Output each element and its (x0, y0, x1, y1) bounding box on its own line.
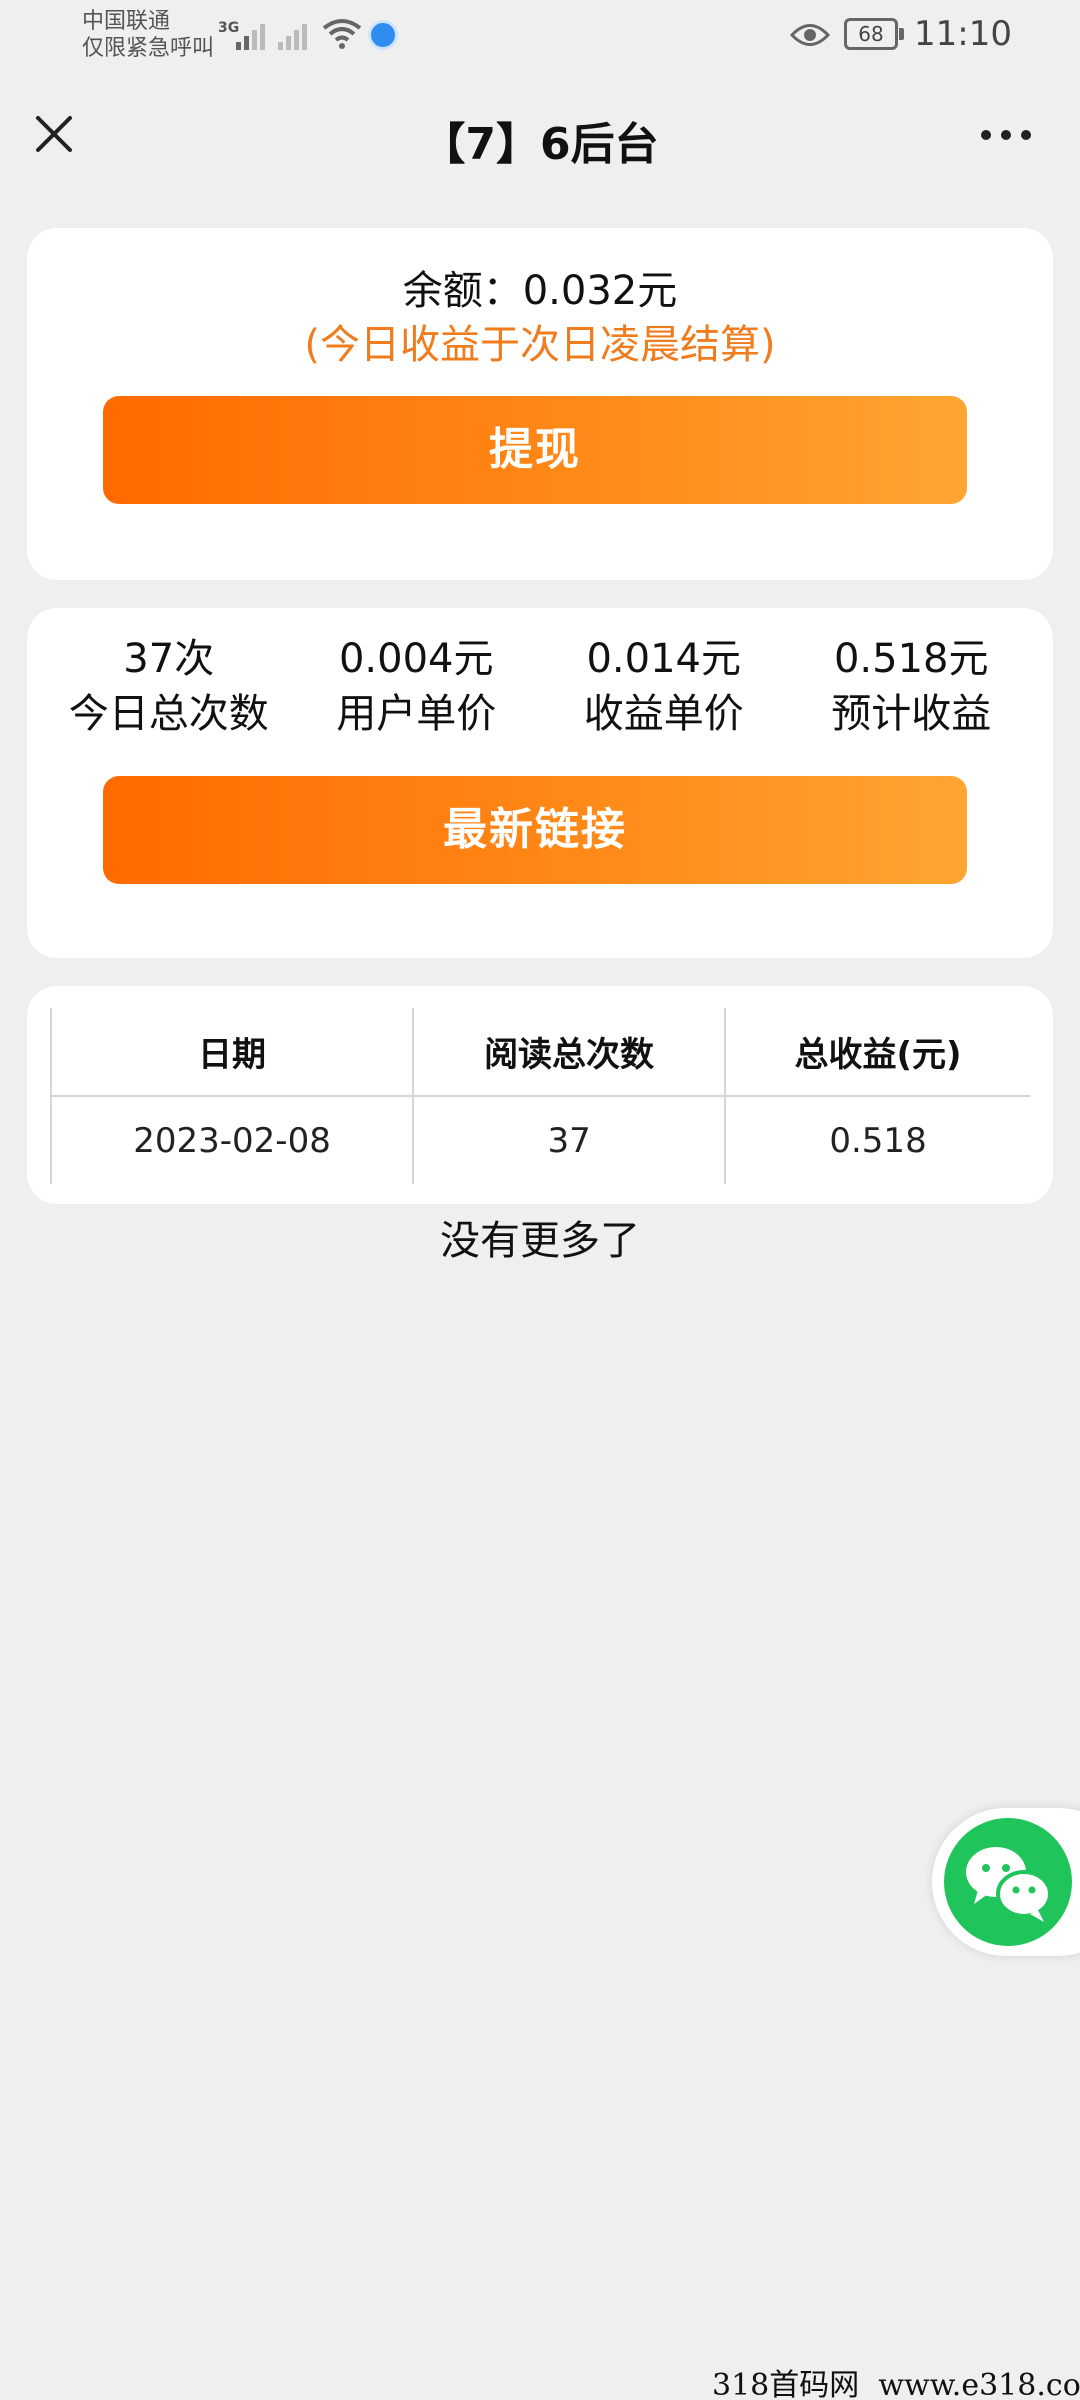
nav-bar: 【7】6后台 (0, 72, 1080, 200)
page-title: 【7】6后台 (421, 119, 659, 170)
stat-label: 预计收益 (831, 691, 992, 737)
stat-user-price: 0.004元 用户单价 (294, 632, 539, 742)
no-more-text: 没有更多了 (440, 1218, 640, 1264)
stats-card: 37次 今日总次数 0.004元 用户单价 0.014元 收益单价 0.518元… (27, 608, 1053, 958)
stat-label: 收益单价 (583, 691, 744, 737)
battery-icon: 68 (844, 18, 904, 50)
wechat-float-button[interactable] (932, 1808, 1080, 1956)
column-header-reads: 阅读总次数 (412, 1008, 726, 1097)
table-header-row: 日期 阅读总次数 总收益(元) (49, 1008, 1030, 1097)
stat-value: 37次 (123, 636, 215, 682)
clock: 11:10 (914, 14, 1012, 54)
withdraw-button[interactable]: 提现 (103, 396, 967, 504)
stats-row: 37次 今日总次数 0.004元 用户单价 0.014元 收益单价 0.518元… (27, 632, 1053, 742)
stat-estimated-income: 0.518元 预计收益 (789, 632, 1034, 742)
stat-value: 0.014元 (586, 636, 741, 682)
balance-amount: 余额：0.032元 (402, 268, 678, 314)
app-root: 中国联通 仅限紧急呼叫 3G 68 11:10 【7】6后台 余额：0.032元… (0, 0, 1080, 2400)
eye-comfort-icon (790, 24, 830, 46)
stat-income-price: 0.014元 收益单价 (541, 632, 786, 742)
cell-income: 0.518 (724, 1096, 1030, 1184)
stat-label: 今日总次数 (68, 691, 269, 737)
carrier-status: 仅限紧急呼叫 (82, 36, 215, 61)
more-options-icon[interactable] (980, 128, 1032, 142)
cell-date: 2023-02-08 (49, 1096, 414, 1184)
cell-reads: 37 (412, 1096, 726, 1184)
carrier-info: 中国联通 仅限紧急呼叫 (82, 8, 214, 62)
balance-card: 余额：0.032元 (今日收益于次日凌晨结算) 提现 (27, 228, 1053, 580)
stat-today-count: 37次 今日总次数 (46, 632, 291, 742)
records-table: 日期 阅读总次数 总收益(元) 2023-02-08 37 0.518 (49, 1008, 1030, 1184)
wifi-icon (322, 19, 362, 49)
watermark: 318首码网 www.e318.com (712, 2368, 1080, 2400)
stat-value: 0.518元 (833, 636, 989, 682)
records-card: 日期 阅读总次数 总收益(元) 2023-02-08 37 0.518 (27, 986, 1053, 1204)
wechat-icon-bg (944, 1818, 1072, 1946)
wechat-icon (966, 1847, 1052, 1922)
status-bar: 中国联通 仅限紧急呼叫 3G 68 11:10 (0, 0, 1080, 72)
app-notification-icon (368, 20, 398, 50)
carrier-name: 中国联通 (82, 9, 171, 34)
signal-bars-empty-icon (278, 20, 307, 50)
stat-value: 0.004元 (338, 636, 494, 682)
column-header-income: 总收益(元) (724, 1008, 1030, 1097)
table-row: 2023-02-08 37 0.518 (49, 1096, 1030, 1184)
column-header-date: 日期 (49, 1008, 414, 1097)
stat-label: 用户单价 (336, 691, 497, 737)
signal-bars-icon (236, 20, 265, 50)
latest-link-button[interactable]: 最新链接 (103, 776, 967, 884)
settlement-notice: (今日收益于次日凌晨结算) (304, 322, 776, 368)
